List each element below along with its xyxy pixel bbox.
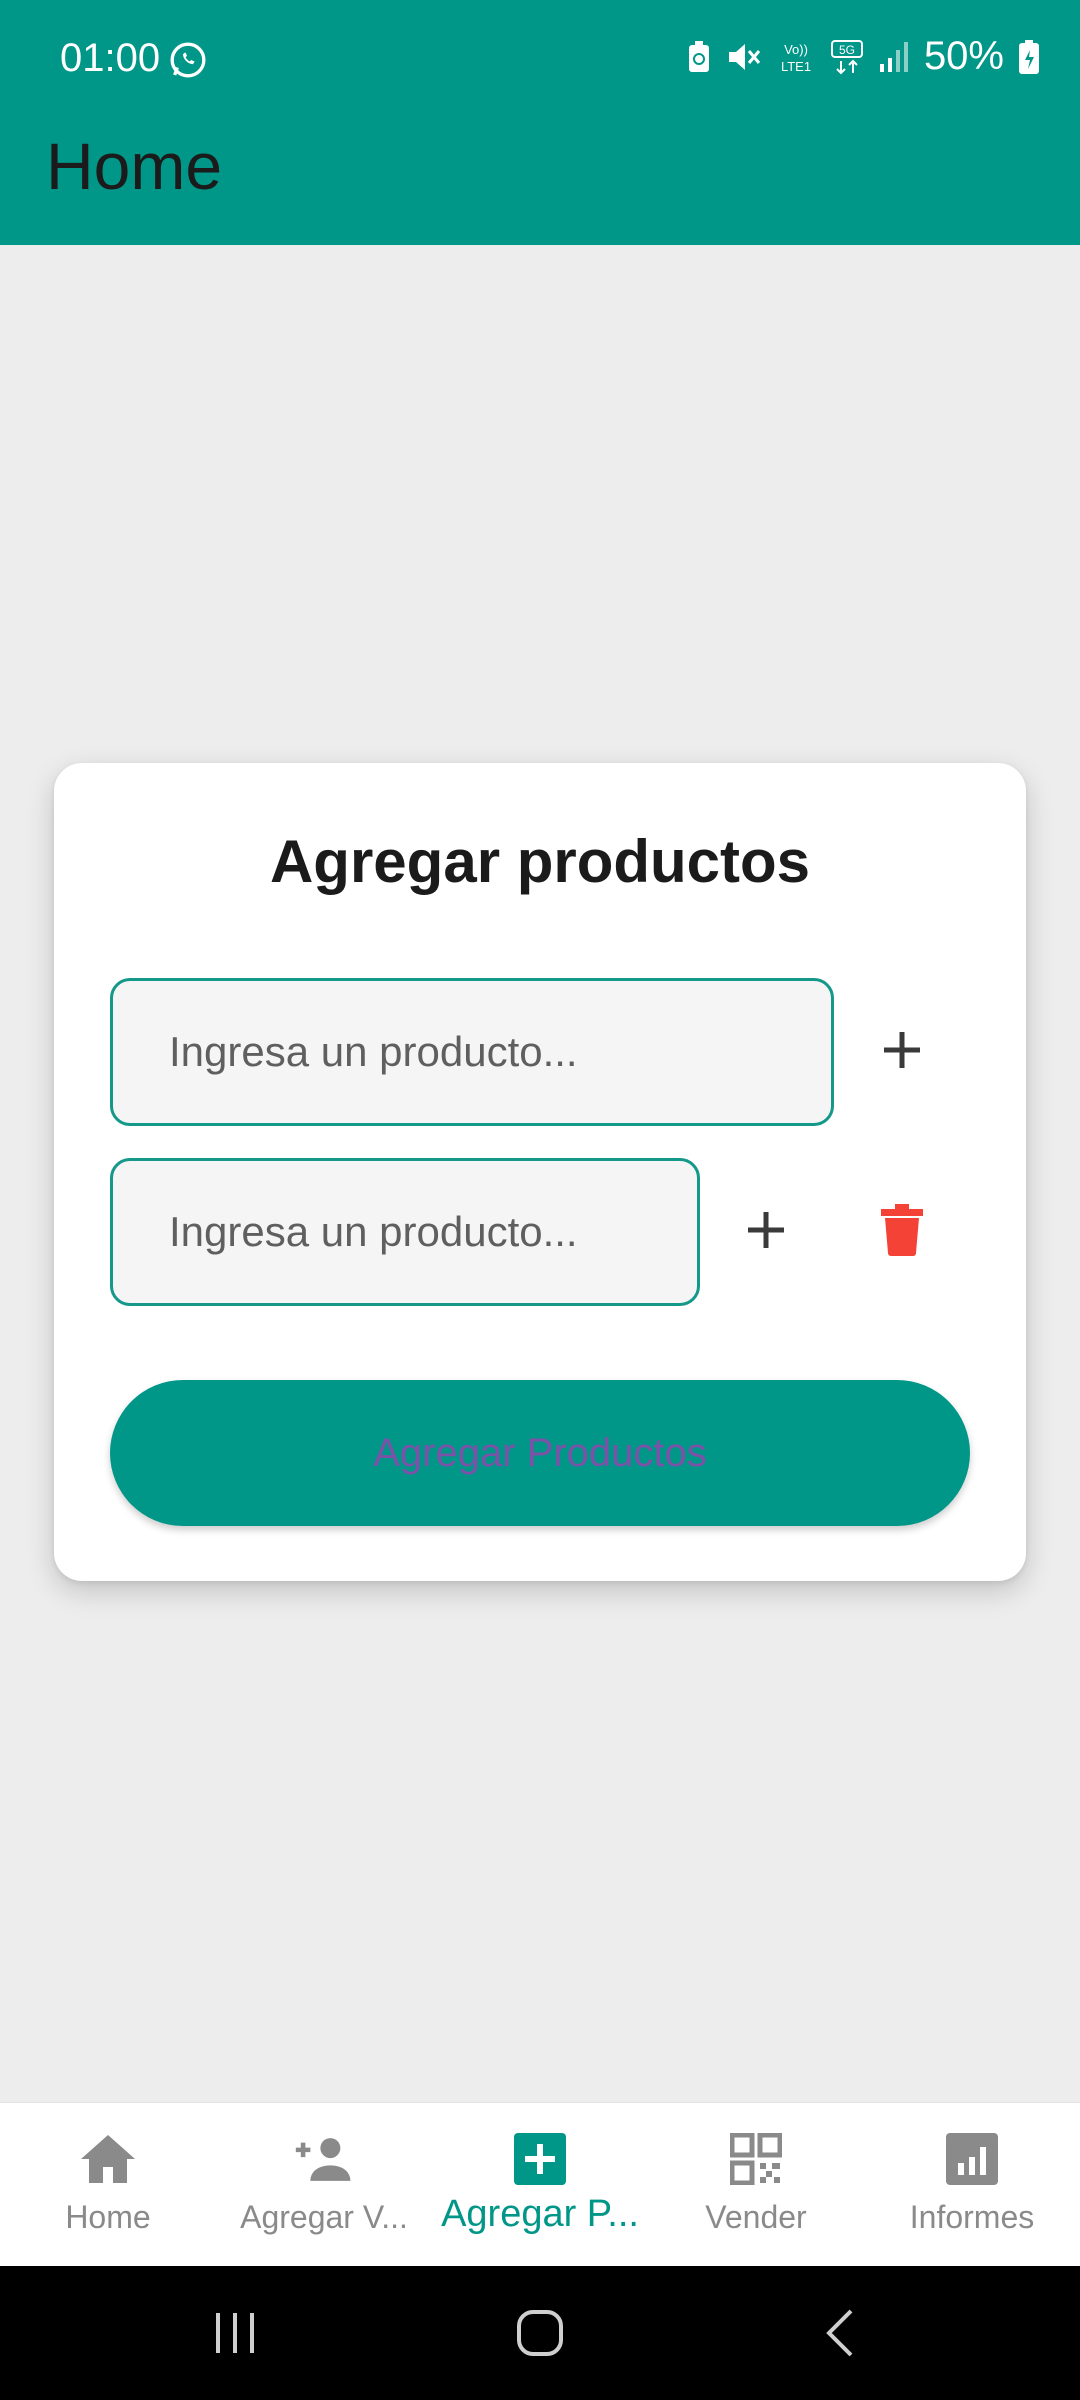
status-bar: 01:00 Vo)) LTE1 5G 50% [0, 0, 1080, 120]
plus-icon [748, 1212, 784, 1248]
trash-icon [881, 1204, 923, 1256]
volte-icon: Vo)) LTE1 [781, 42, 811, 74]
add-person-icon [295, 2138, 351, 2181]
app-bar: 01:00 Vo)) LTE1 5G 50% Home [0, 0, 1080, 245]
nav-home-label: Home [65, 2199, 151, 2235]
plus-icon [884, 1032, 920, 1068]
nav-reports[interactable]: Informes [864, 2103, 1080, 2267]
signal-icon [879, 41, 908, 72]
nav-add-product-label: Agregar P... [441, 2193, 639, 2235]
add-field-button-2[interactable] [730, 1194, 802, 1266]
svg-text:Vo)): Vo)) [784, 42, 808, 57]
nav-add-seller[interactable]: Agregar V... [216, 2103, 432, 2267]
delete-field-button[interactable] [866, 1194, 938, 1266]
battery-icon [1019, 39, 1039, 74]
add-field-button-1[interactable] [866, 1014, 938, 1086]
home-circle-icon [517, 2310, 563, 2356]
product-input-1[interactable]: Ingresa un producto... [110, 978, 834, 1126]
battery-percentage: 50% [923, 34, 1004, 78]
product-input-2-placeholder: Ingresa un producto... [169, 1208, 578, 1255]
nav-add-product[interactable]: Agregar P... [432, 2103, 648, 2267]
nav-sell[interactable]: Vender [648, 2103, 864, 2267]
back-button[interactable] [810, 2266, 870, 2400]
home-icon [81, 2135, 135, 2183]
whatsapp-icon [170, 42, 206, 78]
nav-sell-label: Vender [705, 2199, 807, 2235]
status-time: 01:00 [60, 36, 161, 80]
recent-apps-icon [216, 2313, 254, 2353]
product-input-2[interactable]: Ingresa un producto... [110, 1158, 700, 1306]
recycle-battery-icon [688, 40, 709, 72]
back-icon [826, 2309, 853, 2357]
svg-text:LTE1: LTE1 [781, 59, 811, 74]
qr-code-icon [730, 2133, 782, 2185]
home-system-button[interactable] [500, 2266, 580, 2400]
5g-icon: 5G [830, 39, 863, 74]
nav-reports-label: Informes [909, 2199, 1035, 2235]
recent-apps-button[interactable] [200, 2266, 270, 2400]
svg-text:5G: 5G [839, 43, 855, 57]
add-products-button[interactable]: Agregar Productos [110, 1380, 970, 1526]
nav-home[interactable]: Home [0, 2103, 216, 2267]
bottom-navigation: Home Agregar V... Agregar P... Vender In… [0, 2102, 1080, 2267]
page-title: Home [46, 129, 223, 203]
chart-icon [946, 2133, 998, 2185]
mute-icon [728, 43, 761, 70]
product-input-1-placeholder: Ingresa un producto... [169, 1028, 578, 1075]
add-products-card: Agregar productos Ingresa un producto...… [54, 763, 1026, 1581]
status-icons: Vo)) LTE1 5G 50% [686, 34, 1040, 79]
system-navigation-bar [0, 2266, 1080, 2400]
nav-add-seller-label: Agregar V... [240, 2199, 408, 2235]
add-box-icon [514, 2133, 566, 2185]
card-title: Agregar productos [269, 828, 811, 895]
